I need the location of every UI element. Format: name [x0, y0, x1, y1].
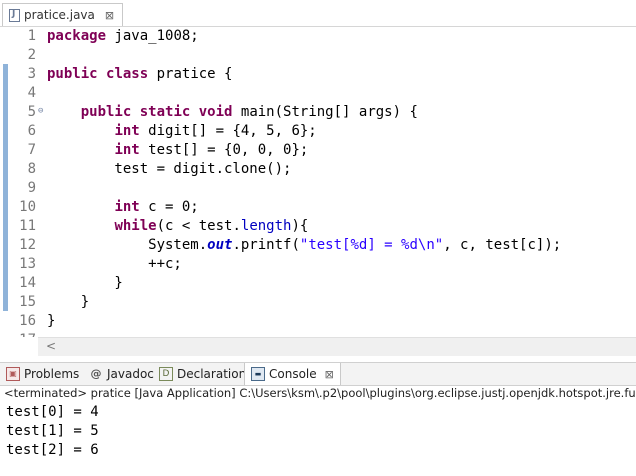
code-text[interactable]: 1 package java_1008; 2 3 public class pratic… [0, 27, 636, 337]
code-line[interactable]: 10 int c = 0; [0, 198, 636, 217]
line-number: 10 [19, 199, 36, 215]
code-content: package java_1008; [47, 28, 199, 44]
code-content: public static void main(String[] args) { [80, 104, 418, 120]
declaration-icon: D [159, 367, 173, 381]
code-content: while(c < test.length){ [114, 218, 309, 234]
scroll-left-arrow-icon[interactable]: < [46, 339, 56, 353]
line-number: 5 [27, 104, 36, 120]
line-number: 1 [27, 28, 36, 44]
line-number: 12 [19, 237, 36, 253]
code-content: int test[] = {0, 0, 0}; [114, 142, 309, 158]
java-file-icon [9, 8, 20, 22]
code-line[interactable]: 6 int digit[] = {4, 5, 6}; [0, 122, 636, 141]
line-number: 8 [27, 161, 36, 177]
code-content: int digit[] = {4, 5, 6}; [114, 123, 317, 139]
code-line[interactable]: 12 System.out.printf("test[%d] = %d\n", … [0, 236, 636, 255]
fold-toggle-icon[interactable]: ⊖ [38, 103, 43, 120]
tab-declaration[interactable]: D Declaration [159, 363, 246, 385]
tab-console-label: Console [269, 367, 317, 381]
code-line[interactable]: 9 [0, 179, 636, 198]
console-output-line: test[0] = 4 [6, 404, 99, 420]
code-content: int c = 0; [114, 199, 199, 215]
line-number: 9 [27, 180, 36, 196]
console-icon: ▬ [251, 367, 265, 381]
code-line[interactable]: 5 ⊖ public static void main(String[] args… [0, 103, 636, 122]
editor-tab-bar: pratice.java ⊠ [0, 0, 636, 27]
line-number: 14 [19, 275, 36, 291]
line-number: 6 [27, 123, 36, 139]
editor-tab-title: pratice.java [24, 8, 95, 22]
code-content: public class pratice { [47, 66, 233, 82]
tab-javadoc-label: Javadoc [107, 367, 154, 381]
code-line[interactable]: 4 [0, 84, 636, 103]
console-close-icon[interactable]: ⊠ [325, 368, 334, 381]
line-number: 3 [27, 66, 36, 82]
tab-javadoc[interactable]: @ Javadoc [89, 363, 154, 385]
line-number: 7 [27, 142, 36, 158]
code-content: System.out.printf("test[%d] = %d\n", c, … [47, 237, 562, 253]
code-content: } [47, 275, 123, 291]
code-line[interactable]: 8 test = digit.clone(); [0, 160, 636, 179]
console-output-line: test[2] = 6 [6, 442, 99, 458]
console-output[interactable]: test[0] = 4 test[1] = 5 test[2] = 6 [6, 403, 99, 460]
line-number: 11 [19, 218, 36, 234]
line-number: 15 [19, 294, 36, 310]
code-line[interactable]: 16} [0, 312, 636, 331]
line-number: 13 [19, 256, 36, 272]
console-output-line: test[1] = 5 [6, 423, 99, 439]
code-line[interactable]: 14 } [0, 274, 636, 293]
close-icon[interactable]: ⊠ [105, 9, 114, 22]
line-number: 2 [27, 47, 36, 63]
problems-icon: ▣ [6, 367, 20, 381]
line-number: 16 [19, 313, 36, 329]
javadoc-icon: @ [90, 367, 102, 380]
code-line[interactable]: 3 public class pratice { [0, 65, 636, 84]
tab-console[interactable]: ▬ Console ⊠ [244, 363, 341, 385]
console-status-line: <terminated> pratice [Java Application] … [4, 386, 636, 400]
line-number: 17 [10, 331, 36, 337]
editor-tab-pratice-java[interactable]: pratice.java ⊠ [2, 3, 124, 26]
view-tab-bar: ▣ Problems @ Javadoc D Declaration ▬ Con… [0, 362, 636, 386]
horizontal-scrollbar[interactable]: < [38, 337, 636, 356]
code-line[interactable]: 1 package java_1008; [0, 27, 636, 46]
tab-declaration-label: Declaration [177, 367, 247, 381]
code-content: } [47, 294, 90, 310]
code-line[interactable]: 15 } [0, 293, 636, 312]
code-line[interactable]: 7 int test[] = {0, 0, 0}; [0, 141, 636, 160]
line-number: 4 [27, 85, 36, 101]
code-line[interactable]: 11 while(c < test.length){ [0, 217, 636, 236]
code-content: ++c; [47, 256, 182, 272]
code-line[interactable]: 13 ++c; [0, 255, 636, 274]
tab-problems[interactable]: ▣ Problems [6, 363, 79, 385]
code-content: test = digit.clone(); [47, 161, 292, 177]
code-editor[interactable]: 1 package java_1008; 2 3 public class pratic… [0, 27, 636, 337]
code-line[interactable]: 2 [0, 46, 636, 65]
tab-problems-label: Problems [24, 367, 80, 381]
code-content: } [47, 313, 56, 329]
